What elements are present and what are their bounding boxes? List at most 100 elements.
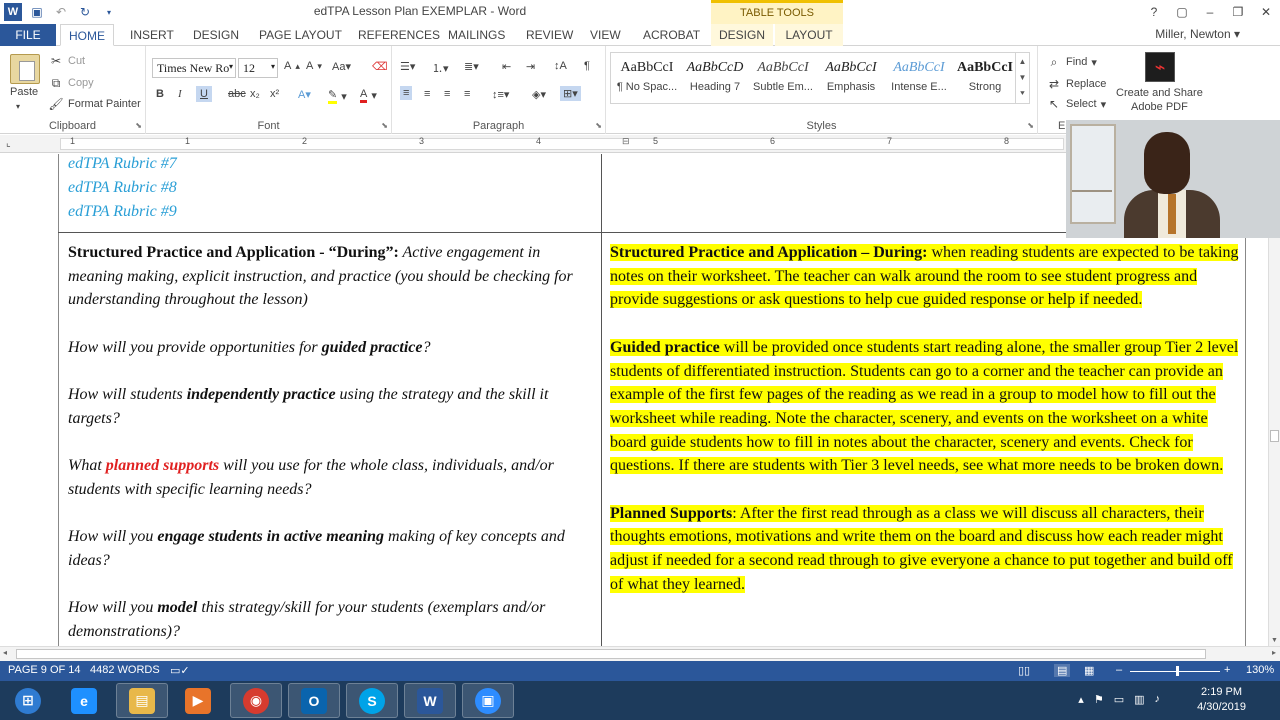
taskbar-clock[interactable]: 2:19 PM 4/30/2019 xyxy=(1197,685,1246,715)
scroll-left-icon[interactable]: ◂ xyxy=(3,648,7,657)
rubric-link[interactable]: edTPA Rubric #7 xyxy=(68,155,177,173)
font-family-select[interactable]: Times New Ro ▾ xyxy=(152,58,236,78)
borders-button[interactable]: ⊞▾ xyxy=(560,86,581,101)
bold-button[interactable]: B xyxy=(156,88,164,100)
chevron-down-icon[interactable]: ▼ xyxy=(1019,73,1027,82)
taskbar-zoom[interactable]: ▣ xyxy=(462,683,514,718)
paste-dropdown-icon[interactable]: ▾ xyxy=(16,102,20,111)
tab-table-design[interactable]: DESIGN xyxy=(711,24,773,46)
justify-button[interactable]: ≡ xyxy=(464,88,470,100)
adobe-pdf-icon[interactable]: ⌁ xyxy=(1145,52,1175,82)
read-mode-icon[interactable]: ▯▯ xyxy=(1018,664,1030,677)
numbering-button[interactable]: ⒈▾ xyxy=(432,60,449,76)
sort-button[interactable]: ↕A xyxy=(554,60,567,72)
multilevel-list-button[interactable]: ≣▾ xyxy=(464,60,479,73)
align-center-button[interactable]: ≡ xyxy=(424,88,430,100)
tab-references[interactable]: REFERENCES xyxy=(350,24,448,46)
taskbar-outlook[interactable]: O xyxy=(288,683,340,718)
word-count[interactable]: 4482 WORDS xyxy=(90,664,160,676)
scroll-right-icon[interactable]: ▸ xyxy=(1272,648,1276,657)
chevron-up-icon[interactable]: ▲ xyxy=(1019,57,1027,66)
tab-home[interactable]: HOME xyxy=(60,24,114,46)
rubric-link[interactable]: edTPA Rubric #9 xyxy=(68,203,177,221)
select-button[interactable]: ↖ Select ▾ xyxy=(1046,96,1106,112)
dialog-launcher-icon[interactable]: ⬊ xyxy=(381,121,388,130)
redo-icon[interactable]: ↻ xyxy=(76,3,94,21)
align-right-button[interactable]: ≡ xyxy=(444,88,450,100)
bullets-button[interactable]: ☰▾ xyxy=(400,60,415,73)
taskbar-file-explorer[interactable]: ▤ xyxy=(116,683,168,718)
zoom-level[interactable]: 130% xyxy=(1246,664,1274,676)
highlight-color-button[interactable]: ✎ ▾ xyxy=(328,88,347,104)
more-styles-icon[interactable]: ⯆ xyxy=(1019,89,1025,99)
style-heading-7[interactable]: AaBbCcD Heading 7 xyxy=(681,55,749,101)
ribbon-display-options-icon[interactable]: ▢ xyxy=(1168,0,1196,24)
scroll-down-icon[interactable]: ▼ xyxy=(1271,637,1278,644)
horizontal-scroll-thumb[interactable] xyxy=(16,649,1206,659)
style-emphasis[interactable]: AaBbCcI Emphasis xyxy=(817,55,885,101)
clear-formatting-icon[interactable]: ⌫ xyxy=(372,60,388,73)
restore-button[interactable]: ❐ xyxy=(1224,0,1252,24)
monitor-icon[interactable]: ▭ xyxy=(1114,693,1124,706)
save-icon[interactable]: ▣ xyxy=(28,3,46,21)
increase-indent-button[interactable]: ⇥ xyxy=(526,60,535,73)
text-effects-button[interactable]: A▾ xyxy=(298,88,311,101)
web-layout-icon[interactable]: ▦ xyxy=(1084,664,1094,677)
replace-button[interactable]: ⇄ Replace xyxy=(1046,76,1106,92)
show-hidden-icons[interactable]: ▴ xyxy=(1078,693,1084,706)
tab-acrobat[interactable]: ACROBAT xyxy=(635,24,708,46)
style-subtle-emphasis[interactable]: AaBbCcI Subtle Em... xyxy=(749,55,817,101)
grow-font-button[interactable]: A ▴ xyxy=(284,60,300,72)
align-left-button[interactable]: ≡ xyxy=(400,86,413,100)
italic-button[interactable]: I xyxy=(178,88,182,100)
style-strong[interactable]: AaBbCcI Strong xyxy=(951,55,1019,101)
user-account[interactable]: Miller, Newton ▾ xyxy=(1155,27,1240,41)
help-icon[interactable]: ? xyxy=(1140,0,1168,24)
tab-design[interactable]: DESIGN xyxy=(185,24,247,46)
rubric-link[interactable]: edTPA Rubric #8 xyxy=(68,179,177,197)
taskbar-word[interactable]: W xyxy=(404,683,456,718)
vertical-scroll-thumb[interactable] xyxy=(1270,430,1279,442)
zoom-in-icon[interactable]: + xyxy=(1224,664,1230,676)
style-intense-emphasis[interactable]: AaBbCcI Intense E... xyxy=(885,55,953,101)
format-painter-button[interactable]: 🖌 Format Painter xyxy=(48,96,140,112)
paste-icon[interactable] xyxy=(10,54,40,84)
find-button[interactable]: ⌕ Find ▾ xyxy=(1046,54,1097,70)
column-marker-icon[interactable]: ⊟ xyxy=(622,136,630,147)
shading-button[interactable]: ◈▾ xyxy=(532,88,546,101)
tab-table-layout[interactable]: LAYOUT xyxy=(775,24,843,46)
cut-button[interactable]: ✂ Cut xyxy=(48,53,85,69)
font-size-select[interactable]: 12 ▾ xyxy=(238,58,278,78)
zoom-slider[interactable] xyxy=(1130,671,1220,672)
show-formatting-marks-button[interactable]: ¶ xyxy=(584,60,590,72)
decrease-indent-button[interactable]: ⇤ xyxy=(502,60,511,73)
paste-button[interactable]: Paste xyxy=(10,86,38,98)
tab-view[interactable]: VIEW xyxy=(582,24,629,46)
tab-page-layout[interactable]: PAGE LAYOUT xyxy=(251,24,350,46)
underline-button[interactable]: U xyxy=(196,86,212,102)
taskbar-internet-explorer[interactable]: e xyxy=(58,683,110,718)
styles-gallery-scroll[interactable]: ▲ ▼ ⯆ xyxy=(1015,53,1029,103)
response-cell[interactable]: Structured Practice and Application – Du… xyxy=(610,241,1240,620)
zoom-out-icon[interactable]: – xyxy=(1116,664,1122,676)
create-share-pdf-button[interactable]: Create and Share Adobe PDF xyxy=(1116,86,1203,114)
tab-file[interactable]: FILE xyxy=(0,24,56,46)
superscript-button[interactable]: x² xyxy=(270,88,279,100)
horizontal-scrollbar[interactable]: ◂ ▸ xyxy=(0,646,1280,661)
undo-icon[interactable]: ↶ xyxy=(52,3,70,21)
copy-button[interactable]: ⧉ Copy xyxy=(48,75,94,91)
page-indicator[interactable]: PAGE 9 OF 14 xyxy=(8,664,81,676)
minimize-button[interactable]: – xyxy=(1196,0,1224,24)
tab-review[interactable]: REVIEW xyxy=(518,24,581,46)
flag-icon[interactable]: ⚑ xyxy=(1094,693,1104,706)
print-layout-icon[interactable]: ▤ xyxy=(1054,664,1071,677)
taskbar-chrome[interactable]: ◉ xyxy=(230,683,282,718)
network-icon[interactable]: ▥ xyxy=(1134,693,1144,706)
change-case-button[interactable]: Aa▾ xyxy=(332,60,351,73)
taskbar-skype[interactable]: S xyxy=(346,683,398,718)
zoom-slider-thumb[interactable] xyxy=(1176,666,1179,676)
customize-qat-icon[interactable]: ▾ xyxy=(100,3,118,21)
tab-insert[interactable]: INSERT xyxy=(122,24,182,46)
shrink-font-button[interactable]: A ▾ xyxy=(306,60,322,72)
dialog-launcher-icon[interactable]: ⬊ xyxy=(1027,121,1034,130)
